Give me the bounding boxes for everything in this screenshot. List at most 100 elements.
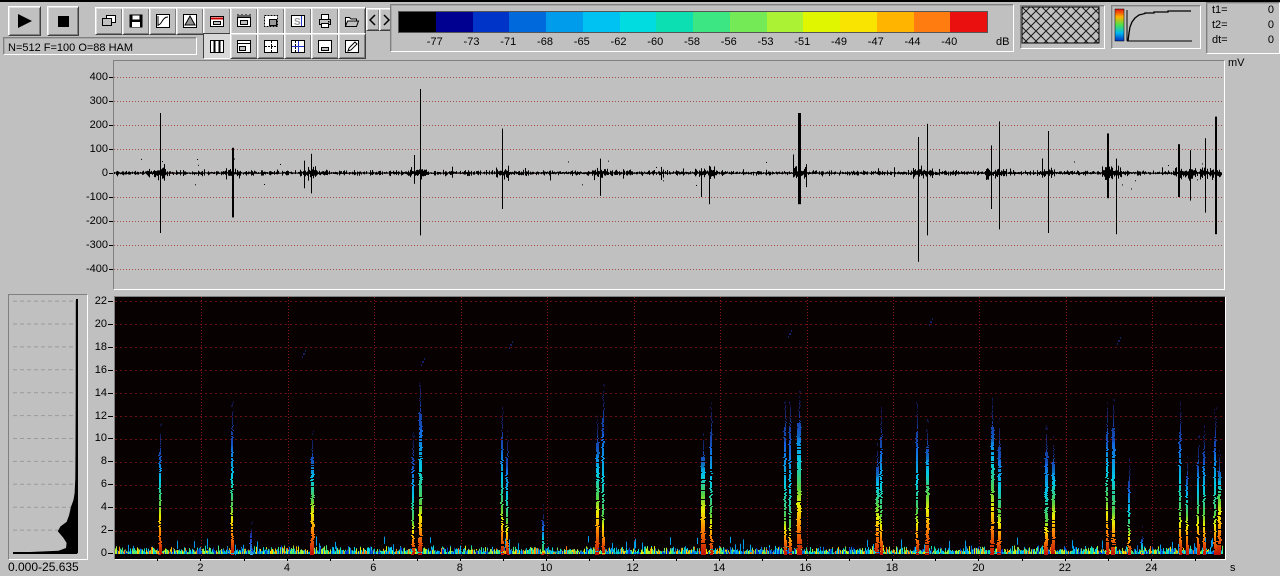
tick-label: 2 [47,525,107,536]
axis-tick [108,324,113,325]
axis-tick [1195,558,1196,561]
layout-columns-button[interactable] [203,33,231,59]
waveform-panel [113,60,1225,290]
intensity-curve-icon [1112,6,1196,44]
status-box: N=512 F=100 O=88 HAM [3,37,197,55]
axis-tick [892,558,893,561]
colorbar-segment [693,12,730,32]
axis-tick [108,393,113,394]
tick-label: 10 [540,563,552,574]
spectrogram-panel [114,296,1226,560]
tick-label: 8 [457,563,463,574]
colorbar-tick-label: -73 [464,36,480,48]
colorbar-segment [840,12,877,32]
colorbar-segment [656,12,693,32]
colorbar-tick-label: -71 [500,36,516,48]
ruler-window-icon [236,13,252,29]
print-button[interactable] [311,7,339,35]
tick-label: 18 [886,563,898,574]
tick-label: -400 [48,264,108,275]
open-folder-icon [344,13,360,29]
tick-label: 12 [47,411,107,422]
axis-tick [935,558,936,561]
axis-tick [200,558,201,561]
axis-tick [108,438,113,439]
hatch-pattern-panel[interactable] [1020,5,1105,49]
axis-tick [762,558,763,561]
waveform-window-icon [209,13,225,29]
axis-tick [108,301,113,302]
axis-tick [589,558,590,561]
play-icon [17,14,33,28]
tick-label: 16 [799,563,811,574]
colorbar-tick-label: -58 [684,36,700,48]
layout-topstrip-button[interactable] [230,33,258,59]
selection-shade-button[interactable] [257,7,285,35]
tick-label: 4 [284,563,290,574]
colorbar-tick-label: -51 [794,36,810,48]
axis-tick [1022,558,1023,561]
copy-window-button[interactable] [95,7,123,35]
transfer-curve-button[interactable] [149,7,177,35]
colorbar-segment [473,12,510,32]
axis-tick [287,558,288,561]
spectrum-window-button[interactable]: S [284,7,312,35]
layout-quad-marked-button[interactable] [284,33,312,59]
param-row-t2: t2= 0 [1207,18,1279,33]
prev-button[interactable] [366,8,380,31]
ruler-window-button[interactable] [230,7,258,35]
colorbar-segment [950,12,987,32]
tick-label: -200 [48,216,108,227]
waveform-plot[interactable] [114,61,1222,287]
colorbar-tick-label: -56 [721,36,737,48]
tick-label: 22 [47,296,107,307]
axis-tick [244,558,245,561]
save-button[interactable] [122,7,150,35]
tick-label: 100 [48,144,108,155]
tick-label: 10 [47,433,107,444]
colorbar-unit: dB [996,36,1009,48]
tick-label: 16 [47,365,107,376]
axis-tick [546,558,547,561]
colorbar-tick-label: -47 [868,36,884,48]
axis-tick [417,558,418,561]
waveform-unit-label: mV [1228,58,1245,69]
svg-text:S: S [294,17,301,28]
colorbar-tick-label: -62 [611,36,627,48]
tick-label: 12 [627,563,639,574]
axis-tick [373,558,374,561]
tick-label: 200 [48,120,108,131]
tick-label: 6 [47,479,107,490]
play-button[interactable] [8,6,41,36]
tick-label: 14 [47,388,107,399]
axis-tick [1065,558,1066,561]
waveform-window-button[interactable] [203,7,231,35]
window-function-icon [182,13,198,29]
colorbar-segment [803,12,840,32]
spectrum-window-icon: S [290,13,306,29]
colorbar-segment [509,12,546,32]
stop-button[interactable] [47,6,79,36]
tick-label: 20 [47,319,107,330]
axis-tick [108,530,113,531]
axis-tick [633,558,634,561]
avg-spectrum-plot[interactable] [9,295,85,557]
layout-innerbox-button[interactable] [311,33,339,59]
spectrogram-plot[interactable] [115,297,1223,557]
layout-columns-icon [209,39,225,54]
axis-tick [108,553,113,554]
param-row-dt: dt= 0 [1207,33,1279,48]
param-dt-value: 0 [1268,33,1274,48]
layout-quad-button[interactable] [257,33,285,59]
prev-arrow-icon [369,14,377,26]
tick-label: 4 [47,502,107,513]
intensity-curve-panel[interactable] [1111,5,1201,49]
colorbar-segment [914,12,951,32]
avg-spectrum-panel [8,294,88,560]
edit-pencil-icon [344,39,360,54]
open-file-button[interactable] [338,7,366,35]
window-function-button[interactable] [176,7,204,35]
colorbar-tick-label: -49 [831,36,847,48]
edit-layout-button[interactable] [338,33,366,59]
axis-tick [719,558,720,561]
